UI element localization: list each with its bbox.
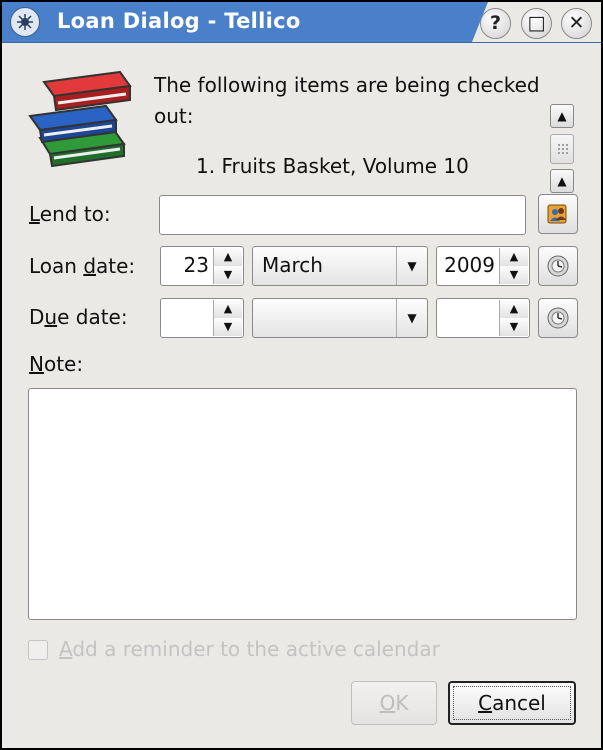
- loan-date-label: Loan date:: [29, 254, 136, 278]
- maximize-button[interactable]: □: [521, 8, 552, 39]
- loan-day-up-button[interactable]: ▲: [214, 248, 242, 266]
- calendar-clock-icon: [547, 255, 569, 277]
- due-day-spinbox[interactable]: ▲ ▼: [160, 298, 244, 338]
- due-year-down-button[interactable]: ▼: [500, 318, 528, 336]
- due-date-label: Due date:: [29, 305, 128, 329]
- dialog-content: The following items are being checked ou…: [2, 42, 601, 748]
- scroll-up-button[interactable]: ▲: [550, 169, 574, 193]
- checkout-item: 1. Fruits Basket, Volume 10: [196, 154, 469, 178]
- reminder-label: Add a reminder to the active calendar: [59, 637, 440, 661]
- books-icon: [28, 70, 132, 168]
- loan-year-spinbox[interactable]: 2009 ▲ ▼: [436, 246, 530, 286]
- note-textarea[interactable]: [28, 388, 577, 620]
- due-day-down-button[interactable]: ▼: [214, 318, 242, 336]
- close-button[interactable]: ✕: [561, 8, 592, 39]
- loan-dialog-window: Loan Dialog - Tellico ? □ ✕ The followin…: [2, 2, 601, 748]
- due-day-up-button[interactable]: ▲: [214, 300, 242, 318]
- lend-to-label: Lend to:: [29, 202, 111, 226]
- due-year-up-button[interactable]: ▲: [500, 300, 528, 318]
- address-book-icon: [547, 204, 567, 224]
- app-menu-icon[interactable]: [10, 7, 40, 37]
- checkout-message: The following items are being checked ou…: [154, 73, 540, 128]
- loan-date-picker-button[interactable]: [538, 246, 578, 286]
- due-date-picker-button[interactable]: [538, 298, 578, 338]
- loan-year-up-button[interactable]: ▲: [500, 248, 528, 266]
- cancel-button[interactable]: Cancel: [448, 681, 576, 725]
- scrollbar-handle[interactable]: [550, 134, 574, 164]
- loan-day-spinbox[interactable]: 23 ▲ ▼: [160, 246, 244, 286]
- loan-year-down-button[interactable]: ▼: [500, 266, 528, 284]
- loan-month-combo[interactable]: March ▼: [252, 246, 428, 286]
- note-label: Note:: [29, 352, 84, 376]
- due-year-spinbox[interactable]: ▲ ▼: [436, 298, 530, 338]
- address-book-button[interactable]: [538, 194, 578, 234]
- chevron-down-icon[interactable]: ▼: [396, 299, 427, 337]
- calendar-clock-icon: [547, 307, 569, 329]
- reminder-checkbox[interactable]: [28, 640, 48, 660]
- loan-day-down-button[interactable]: ▼: [214, 266, 242, 284]
- help-button[interactable]: ?: [480, 8, 511, 39]
- scroll-up-top-button[interactable]: ▲: [550, 104, 574, 128]
- lend-to-input[interactable]: [159, 195, 526, 235]
- title-bar[interactable]: Loan Dialog - Tellico ? □ ✕: [2, 2, 601, 43]
- ok-button[interactable]: OK: [351, 681, 437, 725]
- window-title: Loan Dialog - Tellico: [57, 9, 301, 33]
- due-month-combo[interactable]: ▼: [252, 298, 428, 338]
- title-button-panel: ? □ ✕: [472, 2, 601, 42]
- chevron-down-icon[interactable]: ▼: [396, 247, 427, 285]
